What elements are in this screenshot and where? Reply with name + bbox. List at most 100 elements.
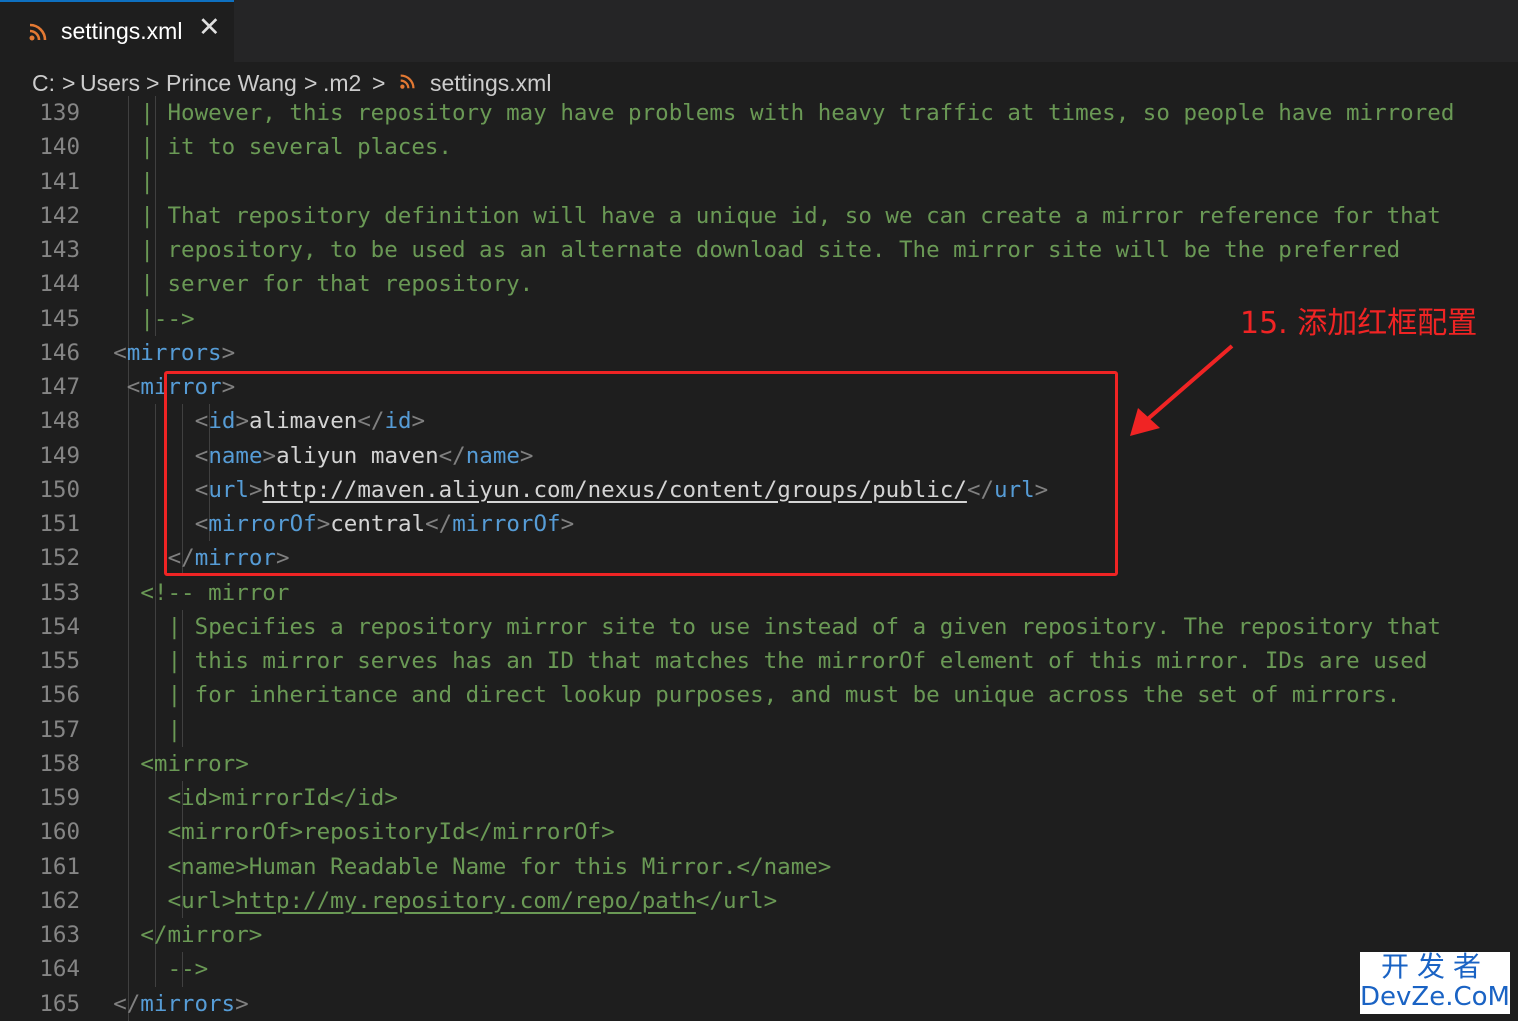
tab-label: settings.xml bbox=[61, 18, 183, 44]
indent-guide bbox=[128, 952, 129, 987]
indent-guide bbox=[155, 883, 156, 918]
breadcrumb-drive[interactable]: C: bbox=[32, 70, 55, 97]
indent-guide bbox=[155, 849, 156, 884]
url-link[interactable]: http://my.repository.com/repo/path bbox=[235, 888, 696, 914]
chevron-right-icon: > bbox=[146, 70, 160, 96]
code-text: <id>mirrorId</id> bbox=[168, 781, 398, 815]
line-number: 150 bbox=[39, 476, 80, 503]
code-token: mirrors bbox=[126, 339, 222, 366]
line-number: 148 bbox=[39, 408, 80, 435]
code-line[interactable]: 144 | server for that repository. bbox=[0, 267, 1518, 302]
indent-guide bbox=[128, 609, 129, 644]
code-line[interactable]: 154 | Specifies a repository mirror site … bbox=[0, 609, 1518, 644]
breadcrumb-m2[interactable]: .m2 bbox=[323, 70, 361, 97]
annotation-label: 15. 添加红框配置 bbox=[1240, 306, 1478, 341]
code-token: --> bbox=[167, 956, 209, 983]
indent-guide bbox=[155, 507, 156, 542]
indent-guide bbox=[128, 541, 129, 576]
indent-guide bbox=[155, 952, 156, 987]
code-text: | for inheritance and direct lookup purp… bbox=[168, 678, 1401, 712]
breadcrumb-users[interactable]: Users bbox=[80, 70, 140, 97]
code-token: | server for that repository. bbox=[140, 271, 534, 298]
indent-guide bbox=[128, 96, 129, 131]
line-number: 163 bbox=[39, 922, 80, 948]
line-number: 162 bbox=[39, 887, 80, 914]
code-token: </ bbox=[113, 990, 141, 1017]
code-token: <mirror> bbox=[140, 750, 249, 777]
line-number: 158 bbox=[39, 750, 80, 777]
code-token: </mirror> bbox=[140, 922, 263, 948]
code-line[interactable]: 141 | bbox=[0, 164, 1518, 199]
code-token: |--> bbox=[140, 305, 195, 332]
code-token: | bbox=[140, 168, 154, 195]
code-text: </mirrors> bbox=[113, 987, 248, 1021]
code-text: | However, this repository may have prob… bbox=[140, 96, 1454, 130]
indent-guide bbox=[182, 712, 183, 747]
code-line[interactable]: 156 | for inheritance and direct lookup p… bbox=[0, 678, 1518, 713]
line-number: 139 bbox=[39, 100, 80, 126]
code-text: | this mirror serves has an ID that matc… bbox=[168, 644, 1428, 678]
line-number: 161 bbox=[39, 853, 80, 880]
watermark-line2: DevZe.CoM bbox=[1360, 982, 1510, 1012]
code-token: <!-- mirror bbox=[140, 579, 290, 606]
code-line[interactable]: 143 | repository, to be used as an altern… bbox=[0, 233, 1518, 268]
rss-icon bbox=[29, 23, 47, 41]
code-text: </mirror> bbox=[140, 918, 262, 952]
code-token: | That repository definition will have a… bbox=[140, 202, 1441, 229]
line-number: 142 bbox=[39, 202, 80, 229]
code-token: | for inheritance and direct lookup purp… bbox=[167, 682, 1401, 709]
code-line[interactable]: 163 </mirror> bbox=[0, 918, 1518, 953]
breadcrumb-user[interactable]: Prince Wang bbox=[166, 70, 297, 97]
code-line[interactable]: 165 </mirrors> bbox=[0, 986, 1518, 1021]
code-token: | However, this repository may have prob… bbox=[140, 100, 1455, 126]
indent-guide bbox=[128, 849, 129, 884]
code-token: | bbox=[167, 716, 182, 743]
line-number: 154 bbox=[39, 613, 80, 640]
code-token: | this mirror serves has an ID that matc… bbox=[167, 648, 1428, 674]
code-line[interactable]: 157 | bbox=[0, 712, 1518, 747]
indent-guide bbox=[128, 746, 129, 781]
indent-guide bbox=[128, 404, 129, 439]
indent-guide bbox=[128, 918, 129, 953]
indent-guide bbox=[128, 575, 129, 610]
code-text: | repository, to be used as an alternate… bbox=[140, 233, 1400, 267]
code-text: | Specifies a repository mirror site to … bbox=[168, 610, 1441, 644]
code-line[interactable]: 155 | this mirror serves has an ID that m… bbox=[0, 644, 1518, 679]
code-line[interactable]: 162 <url>http://my.repository.com/repo/pa… bbox=[0, 883, 1518, 918]
code-line[interactable]: 142 | That repository definition will hav… bbox=[0, 198, 1518, 233]
line-number: 140 bbox=[39, 134, 80, 161]
breadcrumb-file[interactable]: settings.xml bbox=[430, 70, 551, 97]
code-token: | it to several places. bbox=[140, 134, 452, 161]
indent-guide bbox=[155, 712, 156, 747]
indent-guide bbox=[155, 815, 156, 850]
line-number: 149 bbox=[39, 442, 80, 469]
close-icon[interactable]: ✕ bbox=[198, 12, 221, 43]
indent-guide bbox=[128, 233, 129, 268]
code-token: > bbox=[235, 990, 249, 1017]
indent-guide bbox=[155, 164, 156, 199]
indent-guide bbox=[128, 267, 129, 302]
indent-guide bbox=[128, 678, 129, 713]
code-line[interactable]: 158 <mirror> bbox=[0, 746, 1518, 781]
code-text: <mirrors> bbox=[113, 336, 235, 370]
code-text: <url>http://my.repository.com/repo/path<… bbox=[168, 884, 778, 918]
tab-settings-xml[interactable]: settings.xml ✕ bbox=[0, 0, 234, 62]
indent-guide bbox=[128, 164, 129, 199]
code-line[interactable]: 161 <name>Human Readable Name for this Mi… bbox=[0, 849, 1518, 884]
code-line[interactable]: 140 | it to several places. bbox=[0, 130, 1518, 165]
line-number: 156 bbox=[39, 682, 80, 709]
code-line[interactable]: 164 --> bbox=[0, 952, 1518, 987]
line-number: 145 bbox=[39, 305, 80, 332]
code-token: <name>Human Readable Name for this Mirro… bbox=[167, 853, 832, 880]
code-token: <id>mirrorId</id> bbox=[167, 785, 398, 811]
line-number: 164 bbox=[39, 956, 80, 983]
indent-guide bbox=[155, 644, 156, 679]
code-line[interactable]: 159 <id>mirrorId</id> bbox=[0, 781, 1518, 816]
indent-guide bbox=[128, 130, 129, 165]
code-text: | That repository definition will have a… bbox=[140, 199, 1440, 233]
indent-guide bbox=[128, 712, 129, 747]
code-token: <url> bbox=[167, 887, 236, 914]
code-line[interactable]: 160 <mirrorOf>repositoryId</mirrorOf> bbox=[0, 815, 1518, 850]
code-line[interactable]: 153 <!-- mirror bbox=[0, 575, 1518, 610]
code-line[interactable]: 139 | However, this repository may have p… bbox=[0, 96, 1518, 131]
